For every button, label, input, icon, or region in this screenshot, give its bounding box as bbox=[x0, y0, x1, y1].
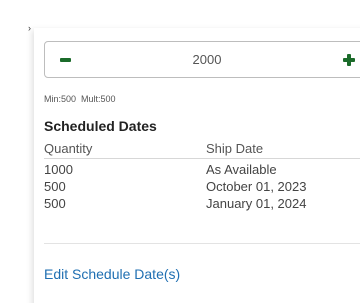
scheduled-dates-table: Quantity Ship Date 1000 As Available 500… bbox=[44, 139, 360, 212]
multiple-quantity-label: Mult:500 bbox=[81, 94, 116, 104]
row-ship-date: October 01, 2023 bbox=[206, 179, 307, 194]
quantity-column-header: Quantity bbox=[44, 141, 93, 156]
minus-icon bbox=[59, 57, 71, 62]
table-row: 500 October 01, 2023 bbox=[44, 178, 360, 195]
table-header: Quantity Ship Date bbox=[44, 139, 360, 159]
quantity-constraints: Min:500 Mult:500 bbox=[44, 94, 116, 104]
plus-icon bbox=[343, 53, 355, 66]
quantity-stepper bbox=[44, 41, 360, 78]
quantity-input[interactable] bbox=[85, 42, 329, 77]
table-body: 1000 As Available 500 October 01, 2023 5… bbox=[44, 159, 360, 212]
row-quantity: 500 bbox=[44, 179, 66, 194]
row-ship-date: As Available bbox=[206, 162, 277, 177]
chevron-right-icon: › bbox=[28, 23, 31, 33]
edit-schedule-dates-link[interactable]: Edit Schedule Date(s) bbox=[44, 266, 180, 282]
table-row: 500 January 01, 2024 bbox=[44, 195, 360, 212]
schedule-page: › Min:500 Mult:500 Scheduled Dates Quanti… bbox=[0, 0, 360, 303]
ship-date-column-header: Ship Date bbox=[206, 141, 264, 156]
row-quantity: 500 bbox=[44, 196, 66, 211]
table-row: 1000 As Available bbox=[44, 161, 360, 178]
row-quantity: 1000 bbox=[44, 162, 73, 177]
min-quantity-label: Min:500 bbox=[44, 94, 77, 104]
table-divider bbox=[44, 243, 360, 244]
scheduled-dates-title: Scheduled Dates bbox=[44, 118, 157, 134]
row-ship-date: January 01, 2024 bbox=[206, 196, 307, 211]
increment-button[interactable] bbox=[329, 42, 360, 77]
decrement-button[interactable] bbox=[45, 42, 85, 77]
